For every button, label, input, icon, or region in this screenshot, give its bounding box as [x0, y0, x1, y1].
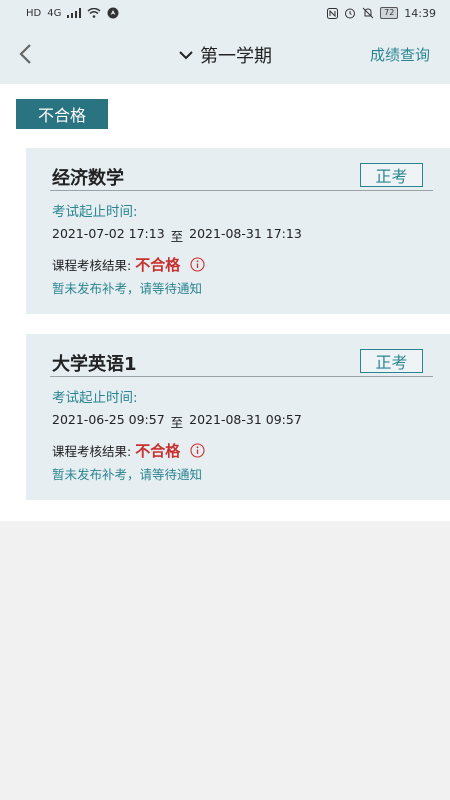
card-divider — [50, 376, 433, 377]
exam-time-range: 2021-06-25 09:57 至 2021-08-31 09:57 — [52, 412, 302, 431]
signal-icon — [67, 8, 82, 18]
time-separator: 至 — [170, 415, 184, 430]
info-icon[interactable] — [190, 257, 205, 272]
exam-start-time: 2021-07-02 17:13 — [52, 226, 165, 241]
page-title: 第一学期 — [200, 46, 272, 67]
exam-time-label: 考试起止时间: — [52, 204, 138, 220]
card-divider — [50, 190, 433, 191]
course-name: 大学英语1 — [52, 354, 137, 375]
filter-tag-fail[interactable]: 不合格 — [16, 99, 108, 129]
status-left: HD 4G — [26, 7, 119, 19]
chevron-left-icon — [19, 44, 31, 64]
time-separator: 至 — [170, 229, 184, 244]
result-label: 课程考核结果: — [52, 444, 132, 459]
course-name: 经济数学 — [52, 168, 124, 189]
exam-end-time: 2021-08-31 09:57 — [189, 412, 302, 427]
result-label: 课程考核结果: — [52, 258, 132, 273]
info-icon[interactable] — [190, 443, 205, 458]
battery-indicator: 72 — [380, 7, 399, 19]
app-header: 第一学期 成绩查询 — [0, 26, 450, 84]
nav-icon — [107, 7, 119, 19]
result-row: 课程考核结果: 不合格 — [52, 254, 205, 275]
semester-selector[interactable]: 第一学期 — [178, 42, 272, 68]
makeup-exam-note: 暂未发布补考，请等待通知 — [52, 467, 203, 482]
status-bar: HD 4G 72 14:39 — [0, 0, 450, 26]
exam-time-label: 考试起止时间: — [52, 390, 138, 406]
result-value: 不合格 — [135, 442, 181, 460]
exam-start-time: 2021-06-25 09:57 — [52, 412, 165, 427]
course-card[interactable]: 大学英语1 正考 考试起止时间: 2021-06-25 09:57 至 2021… — [26, 334, 450, 500]
makeup-exam-note: 暂未发布补考，请等待通知 — [52, 281, 203, 296]
exam-type-badge: 正考 — [360, 163, 423, 187]
exam-type-badge: 正考 — [360, 349, 423, 373]
nfc-icon — [327, 7, 339, 19]
score-query-link[interactable]: 成绩查询 — [370, 44, 430, 65]
main-content: 不合格 经济数学 正考 考试起止时间: 2021-07-02 17:13 至 2… — [0, 84, 450, 521]
exam-time-range: 2021-07-02 17:13 至 2021-08-31 17:13 — [52, 226, 302, 245]
alarm-icon — [345, 8, 356, 19]
back-button[interactable] — [10, 36, 40, 72]
hd-indicator: HD — [26, 7, 42, 19]
chevron-down-icon — [179, 51, 193, 60]
course-card[interactable]: 经济数学 正考 考试起止时间: 2021-07-02 17:13 至 2021-… — [26, 148, 450, 314]
mute-icon — [362, 7, 374, 19]
exam-end-time: 2021-08-31 17:13 — [189, 226, 302, 241]
result-row: 课程考核结果: 不合格 — [52, 440, 205, 461]
result-value: 不合格 — [135, 256, 181, 274]
network-type: 4G — [47, 7, 62, 19]
wifi-icon — [87, 8, 101, 18]
clock: 14:39 — [404, 6, 436, 20]
status-right: 72 14:39 — [327, 7, 436, 20]
